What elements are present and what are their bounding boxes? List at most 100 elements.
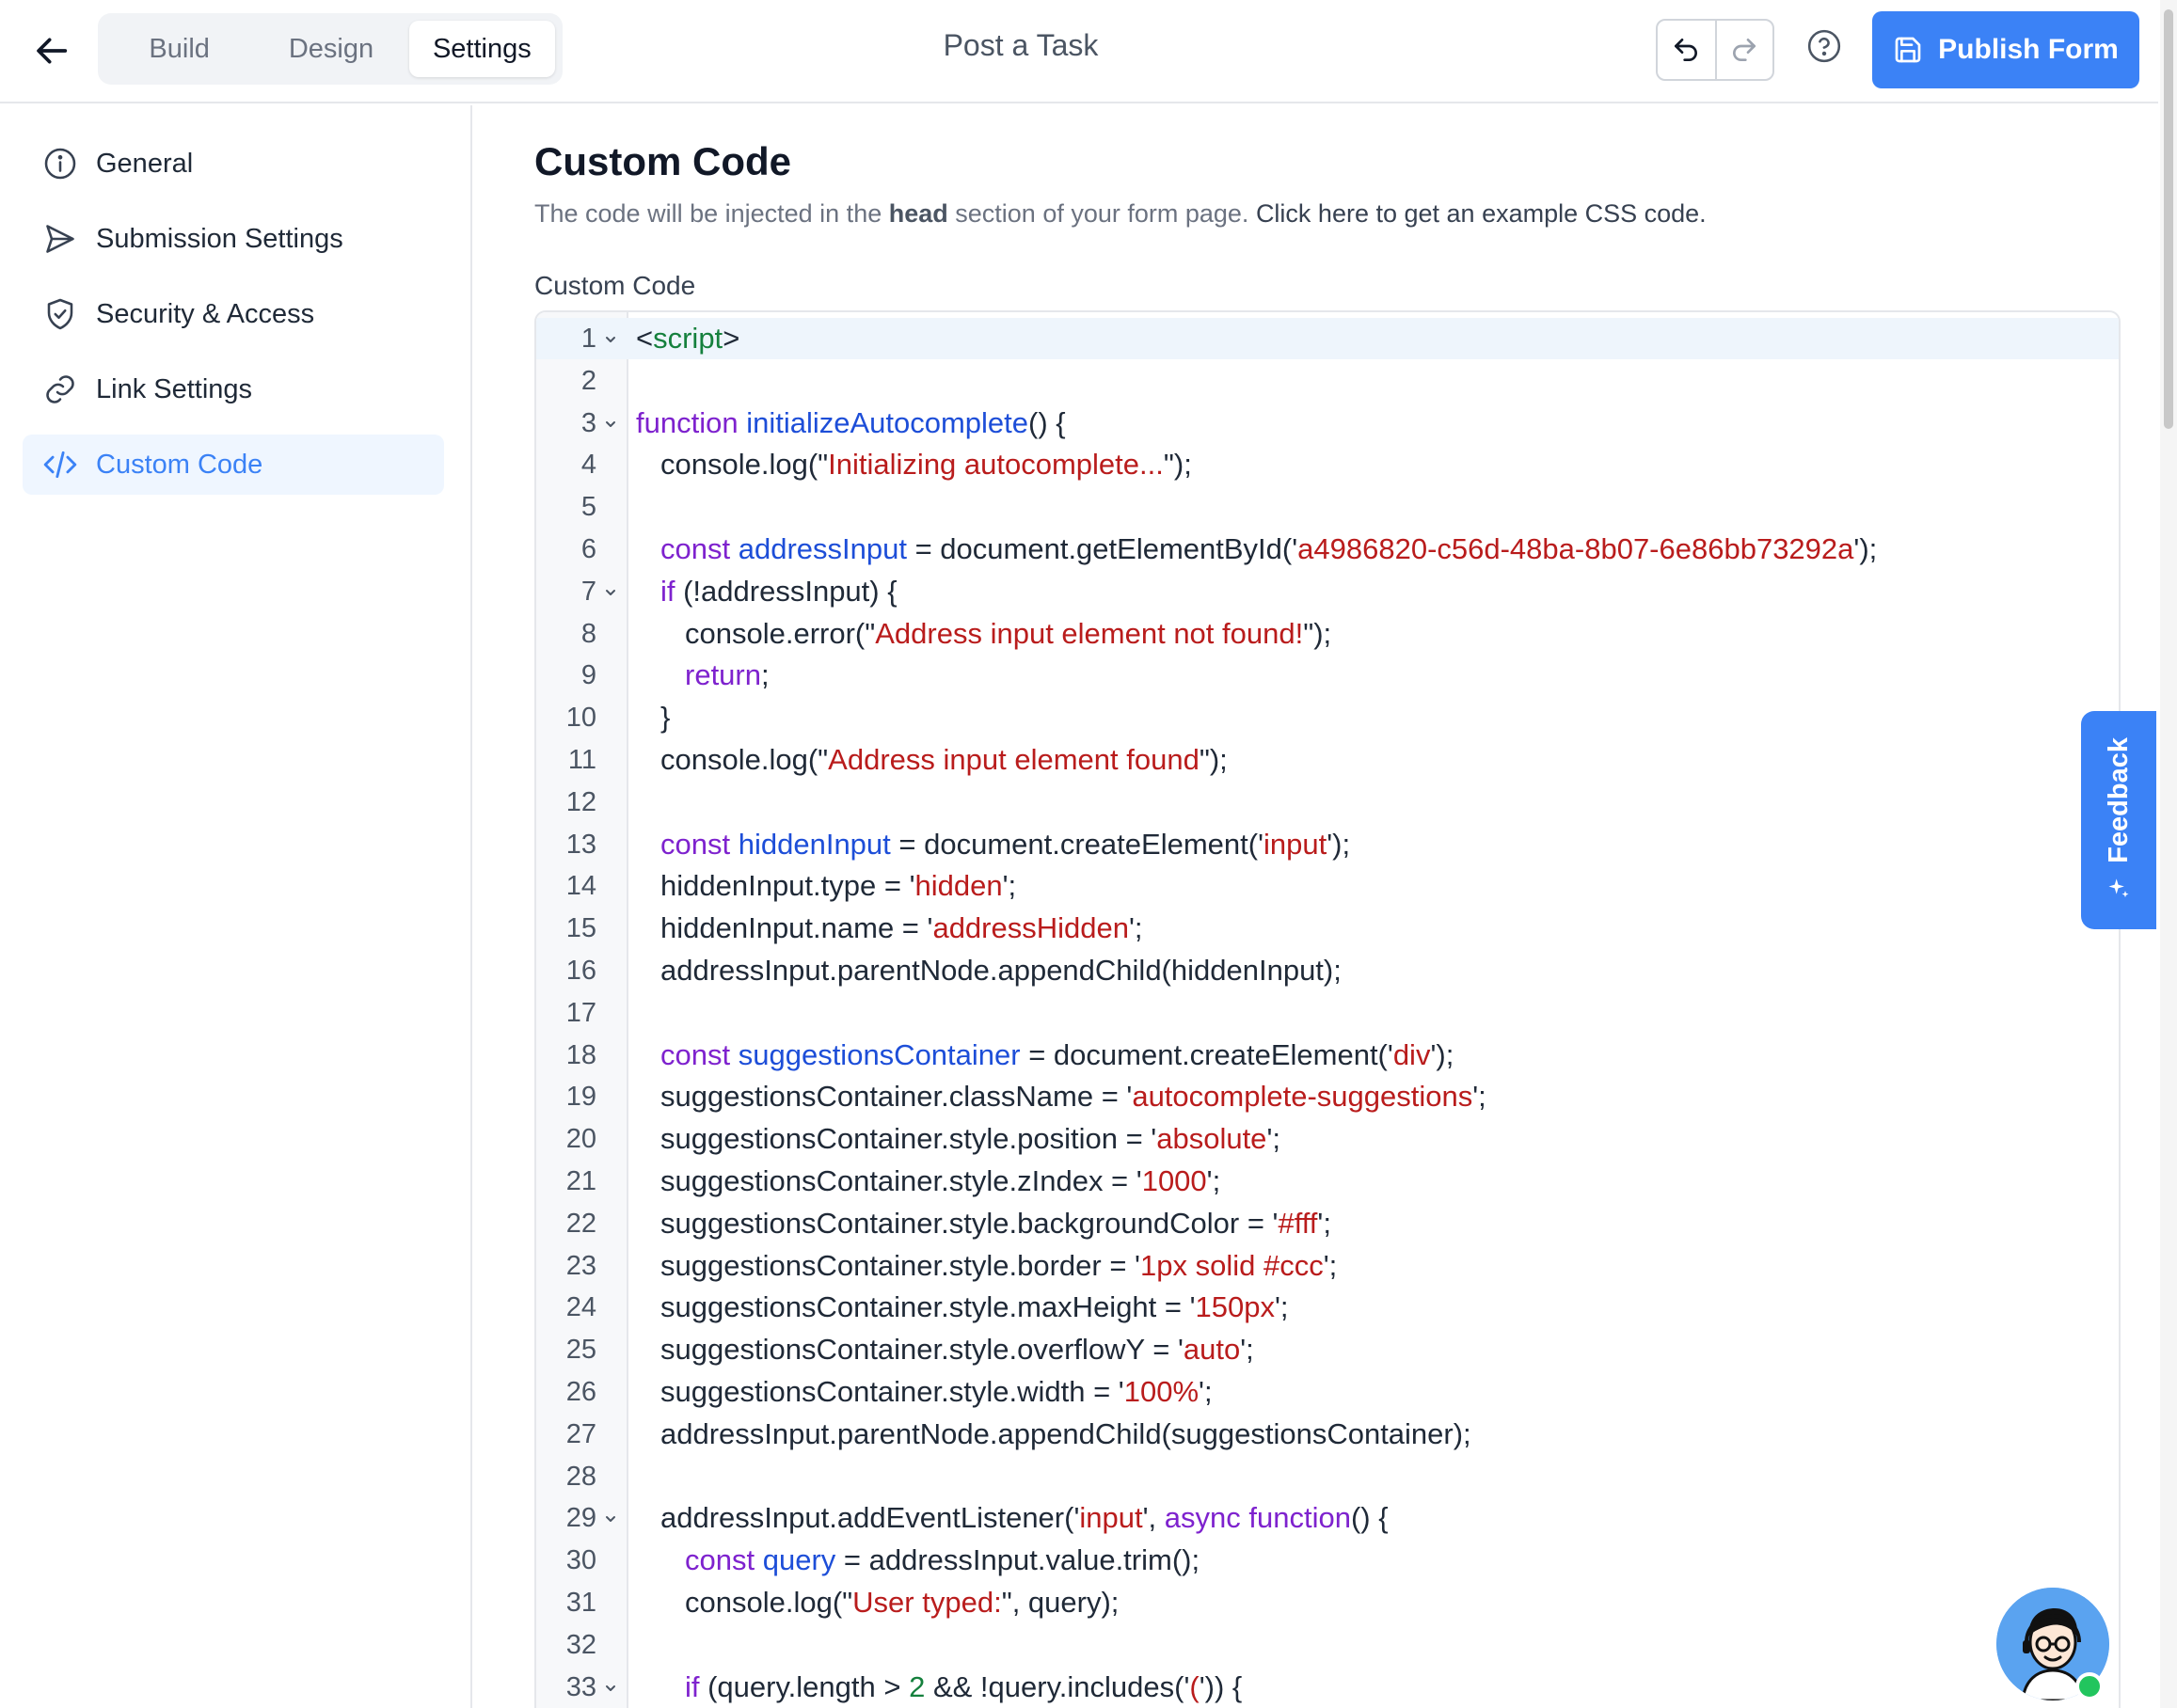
code-line[interactable]: 3 function initializeAutocomplete() { <box>536 403 2119 445</box>
undo-button[interactable] <box>1658 21 1715 79</box>
code-text: const suggestionsContainer = document.cr… <box>660 1037 1454 1071</box>
line-number: 10 <box>565 703 596 734</box>
code-line[interactable]: 5 <box>536 486 2119 529</box>
code-line[interactable]: 28 <box>536 1456 2119 1498</box>
fold-chevron-icon[interactable] <box>602 1510 619 1527</box>
line-number: 33 <box>565 1671 596 1702</box>
line-number: 8 <box>580 618 596 649</box>
code-line[interactable]: 22 suggestionsContainer.style.backgroundC… <box>536 1203 2119 1245</box>
undo-redo-group <box>1656 19 1774 81</box>
code-text: if (!addressInput) { <box>660 574 898 608</box>
tab-build[interactable]: Build <box>105 21 253 77</box>
code-text: addressInput.addEventListener('input', a… <box>660 1501 1389 1535</box>
line-number: 31 <box>565 1587 596 1618</box>
sidebar-item-custom-code[interactable]: Custom Code <box>23 435 444 495</box>
desc-mid: section of your form page. <box>947 199 1256 228</box>
desc-prefix: The code will be injected in the <box>534 199 889 228</box>
code-text: console.error("Address input element not… <box>685 616 1332 650</box>
code-line[interactable]: 15 hiddenInput.name = 'addressHidden'; <box>536 908 2119 950</box>
code-line[interactable]: 14 hiddenInput.type = 'hidden'; <box>536 865 2119 908</box>
line-number: 11 <box>567 744 596 775</box>
code-line[interactable]: 27 addressInput.parentNode.appendChild(su… <box>536 1414 2119 1456</box>
page-scrollbar[interactable] <box>2160 0 2177 1708</box>
help-button[interactable] <box>1804 26 1844 66</box>
code-line[interactable]: 18 const suggestionsContainer = document.… <box>536 1035 2119 1077</box>
line-number: 6 <box>580 533 596 564</box>
publish-form-label: Publish Form <box>1938 34 2119 65</box>
fold-chevron-icon[interactable] <box>602 584 619 601</box>
code-line[interactable]: 26 suggestionsContainer.style.width = '10… <box>536 1371 2119 1414</box>
fold-chevron-icon[interactable] <box>602 331 619 348</box>
code-line[interactable]: 12 <box>536 782 2119 824</box>
fold-chevron-icon[interactable] <box>602 1680 619 1697</box>
redo-button[interactable] <box>1714 21 1772 79</box>
code-line[interactable]: 33 if (query.length > 2 && !query.include… <box>536 1667 2119 1708</box>
code-line[interactable]: 8 console.error("Address input element no… <box>536 613 2119 656</box>
code-text: function initializeAutocomplete() { <box>636 405 1066 439</box>
redo-icon <box>1733 39 1756 61</box>
line-number: 3 <box>580 407 596 438</box>
code-line[interactable]: 16 addressInput.parentNode.appendChild(hi… <box>536 950 2119 992</box>
line-number: 15 <box>565 913 596 944</box>
publish-form-button[interactable]: Publish Form <box>1872 11 2139 88</box>
code-line[interactable]: 13 const hiddenInput = document.createEle… <box>536 824 2119 866</box>
tab-design[interactable]: Design <box>257 21 405 77</box>
code-text: addressInput.parentNode.appendChild(hidd… <box>660 953 1342 987</box>
code-line[interactable]: 17 <box>536 992 2119 1035</box>
code-line[interactable]: 9 return; <box>536 655 2119 697</box>
code-text: const hiddenInput = document.createEleme… <box>660 827 1351 861</box>
code-line[interactable]: 25 suggestionsContainer.style.overflowY =… <box>536 1329 2119 1371</box>
sidebar-item-label: Security & Access <box>96 298 315 329</box>
code-line[interactable]: 10} <box>536 697 2119 739</box>
line-number: 30 <box>565 1545 596 1576</box>
sidebar-item-general[interactable]: General <box>23 134 444 194</box>
undo-icon <box>1675 39 1698 61</box>
sidebar-item-submission-settings[interactable]: Submission Settings <box>23 209 444 269</box>
code-line[interactable]: 30 const query = addressInput.value.trim(… <box>536 1540 2119 1582</box>
code-line[interactable]: 2 <box>536 360 2119 403</box>
code-text: suggestionsContainer.style.border = '1px… <box>660 1248 1338 1282</box>
code-line[interactable]: 11 console.log("Address input element fou… <box>536 739 2119 782</box>
code-line[interactable]: 7 if (!addressInput) { <box>536 571 2119 613</box>
sidebar-item-link-settings[interactable]: Link Settings <box>23 359 444 419</box>
page-title: Post a Task <box>943 28 1099 62</box>
code-text: suggestionsContainer.className = 'autoco… <box>660 1080 1486 1114</box>
code-text: suggestionsContainer.style.width = '100%… <box>660 1374 1213 1408</box>
desc-bold: head <box>888 199 948 228</box>
main-content: Custom Code The code will be injected in… <box>474 105 2158 1708</box>
code-line[interactable]: 4 console.log("Initializing autocomplete.… <box>536 444 2119 486</box>
code-line[interactable]: 21 suggestionsContainer.style.zIndex = '1… <box>536 1161 2119 1203</box>
code-editor[interactable]: 1 <script> 2 3 function initializeAutocomple… <box>534 310 2121 1708</box>
fold-chevron-icon[interactable] <box>602 416 619 433</box>
line-number: 4 <box>580 450 596 481</box>
info-circle-icon <box>41 145 79 182</box>
code-line[interactable]: 29 addressInput.addEventListener('input',… <box>536 1497 2119 1540</box>
feedback-tab[interactable]: Feedback <box>2081 711 2156 929</box>
code-text: const addressInput = document.getElement… <box>660 531 1878 565</box>
code-text: const query = addressInput.value.trim(); <box>685 1543 1200 1577</box>
code-text: addressInput.parentNode.appendChild(sugg… <box>660 1416 1471 1450</box>
line-number: 1 <box>580 324 596 354</box>
example-css-link[interactable]: Click here to get an example CSS code. <box>1256 199 1707 228</box>
code-line[interactable]: 23 suggestionsContainer.style.border = '1… <box>536 1245 2119 1288</box>
line-number: 16 <box>565 955 596 986</box>
code-line[interactable]: 6 const addressInput = document.getElemen… <box>536 529 2119 571</box>
code-text: console.log("Initializing autocomplete..… <box>660 448 1192 482</box>
code-line[interactable]: 19 suggestionsContainer.className = 'auto… <box>536 1076 2119 1118</box>
code-line[interactable]: 1 <script> <box>536 318 2119 360</box>
code-line[interactable]: 32 <box>536 1624 2119 1667</box>
line-number: 25 <box>565 1335 596 1366</box>
line-number: 18 <box>565 1039 596 1070</box>
section-description: The code will be injected in the head se… <box>534 199 1707 229</box>
sidebar-item-security-access[interactable]: Security & Access <box>23 284 444 344</box>
code-line[interactable]: 24 suggestionsContainer.style.maxHeight =… <box>536 1287 2119 1329</box>
scrollbar-thumb[interactable] <box>2164 9 2173 429</box>
shield-check-icon <box>41 295 79 333</box>
section-title: Custom Code <box>534 139 791 183</box>
back-button[interactable] <box>28 26 77 75</box>
code-text: suggestionsContainer.style.zIndex = '100… <box>660 1163 1221 1197</box>
tab-settings[interactable]: Settings <box>408 21 556 77</box>
code-line[interactable]: 20 suggestionsContainer.style.position = … <box>536 1118 2119 1161</box>
code-line[interactable]: 31 console.log("User typed:", query); <box>536 1582 2119 1624</box>
line-number: 21 <box>565 1165 596 1196</box>
